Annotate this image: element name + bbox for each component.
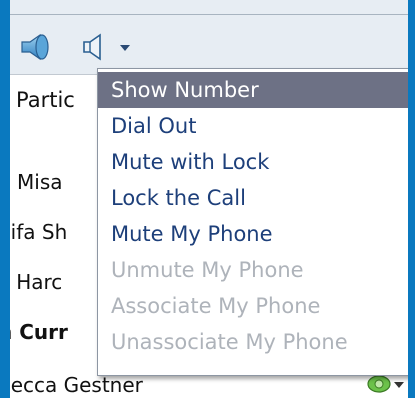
menu-item-associate-my-phone: Associate My Phone [111,294,321,318]
menu-item-show-number[interactable]: Show Number [98,72,408,108]
row-menu-arrow-icon[interactable] [394,382,404,388]
participant-name: y Harc [10,270,63,294]
divider [10,14,408,15]
speaker-mute-icon[interactable] [80,30,120,64]
participant-name: nifa Sh [10,220,68,244]
menu-item-unmute-my-phone: Unmute My Phone [111,258,304,282]
participant-column-header[interactable]: Partic [16,88,75,112]
chevron-down-icon[interactable] [118,30,134,64]
menu-item-mute-my-phone[interactable]: Mute My Phone [98,216,408,252]
menu-item-mute-with-lock[interactable]: Mute with Lock [98,144,408,180]
phone-options-menu: Show Number Dial Out Mute with Lock Lock… [97,68,408,376]
menu-item-unassociate-my-phone: Unassociate My Phone [111,330,348,354]
menu-item-lock-the-call[interactable]: Lock the Call [98,180,408,216]
toolbar [10,30,408,64]
participant-name: becca Gestner [10,373,143,397]
participant-name: n Curr [10,320,68,344]
participant-name: n Misa [10,170,63,194]
menu-item-dial-out[interactable]: Dial Out [98,108,408,144]
speaker-volume-icon[interactable] [16,30,56,64]
participants-panel: Partic n Misa nifa Sh y Harc n Curr becc… [10,0,408,398]
